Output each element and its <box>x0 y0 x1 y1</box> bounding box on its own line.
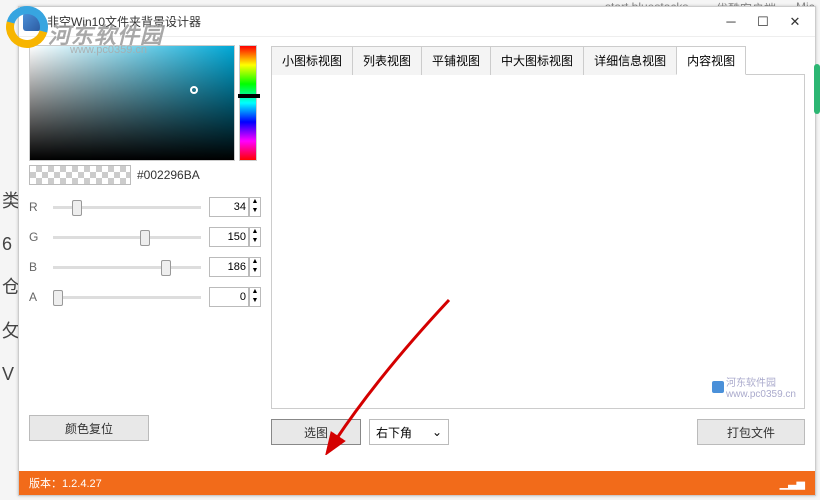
b-thumb[interactable] <box>161 260 171 276</box>
a-input[interactable] <box>209 287 249 307</box>
app-window: 非空Win10文件夹背景设计器 ─ ☐ ✕ #002296BA <box>18 6 816 496</box>
a-label: A <box>29 290 45 304</box>
g-label: G <box>29 230 45 244</box>
watermark: 河东软件园 www.pc0359.cn <box>712 374 796 400</box>
tab-tiles[interactable]: 平铺视图 <box>421 46 491 75</box>
tab-medium-icons[interactable]: 中大图标视图 <box>490 46 584 75</box>
g-thumb[interactable] <box>140 230 150 246</box>
hue-thumb[interactable] <box>238 94 260 98</box>
r-label: R <box>29 200 45 214</box>
r-input[interactable] <box>209 197 249 217</box>
tab-list[interactable]: 列表视图 <box>352 46 422 75</box>
r-row: R ▲▼ <box>29 197 261 217</box>
a-slider[interactable] <box>53 296 201 299</box>
watermark-icon <box>712 381 724 393</box>
g-input[interactable] <box>209 227 249 247</box>
tab-content[interactable]: 内容视图 <box>676 46 746 75</box>
g-spinner[interactable]: ▲▼ <box>249 227 261 247</box>
b-label: B <box>29 260 45 274</box>
color-panel: #002296BA R ▲▼ G ▲▼ B <box>29 45 261 445</box>
b-spinner[interactable]: ▲▼ <box>249 257 261 277</box>
saturation-picker[interactable] <box>29 45 235 161</box>
position-combo[interactable]: 右下角 ⌄ <box>369 419 449 445</box>
b-input[interactable] <box>209 257 249 277</box>
pack-file-button[interactable]: 打包文件 <box>697 419 805 445</box>
site-url: www.pc0359.cn <box>70 44 147 56</box>
maximize-button[interactable]: ☐ <box>747 8 779 36</box>
a-row: A ▲▼ <box>29 287 261 307</box>
preview-area: 河东软件园 www.pc0359.cn <box>271 75 805 409</box>
hex-value: #002296BA <box>137 168 200 182</box>
r-slider[interactable] <box>53 206 201 209</box>
r-thumb[interactable] <box>72 200 82 216</box>
close-button[interactable]: ✕ <box>779 8 811 36</box>
version-label: 版本： <box>29 478 62 490</box>
select-image-button[interactable]: 选图 <box>271 419 361 445</box>
preview-panel: 小图标视图 列表视图 平铺视图 中大图标视图 详细信息视图 内容视图 河东软件园… <box>271 45 805 445</box>
statusbar: 版本：1.2.4.27 ▁▃▅ <box>19 471 815 495</box>
position-value: 右下角 <box>376 424 412 441</box>
picker-cursor[interactable] <box>190 86 198 94</box>
tab-details[interactable]: 详细信息视图 <box>583 46 677 75</box>
tab-small-icons[interactable]: 小图标视图 <box>271 46 353 75</box>
chevron-down-icon: ⌄ <box>432 425 442 439</box>
a-spinner[interactable]: ▲▼ <box>249 287 261 307</box>
r-spinner[interactable]: ▲▼ <box>249 197 261 217</box>
transparency-swatch <box>29 165 131 185</box>
signal-icon: ▁▃▅ <box>780 477 805 490</box>
reset-color-button[interactable]: 颜色复位 <box>29 415 149 441</box>
hue-slider[interactable] <box>239 45 257 161</box>
g-row: G ▲▼ <box>29 227 261 247</box>
side-indicator <box>814 64 820 114</box>
view-tabs: 小图标视图 列表视图 平铺视图 中大图标视图 详细信息视图 内容视图 <box>271 45 805 75</box>
a-thumb[interactable] <box>53 290 63 306</box>
g-slider[interactable] <box>53 236 201 239</box>
b-row: B ▲▼ <box>29 257 261 277</box>
version-value: 1.2.4.27 <box>62 478 102 490</box>
minimize-button[interactable]: ─ <box>715 8 747 36</box>
b-slider[interactable] <box>53 266 201 269</box>
